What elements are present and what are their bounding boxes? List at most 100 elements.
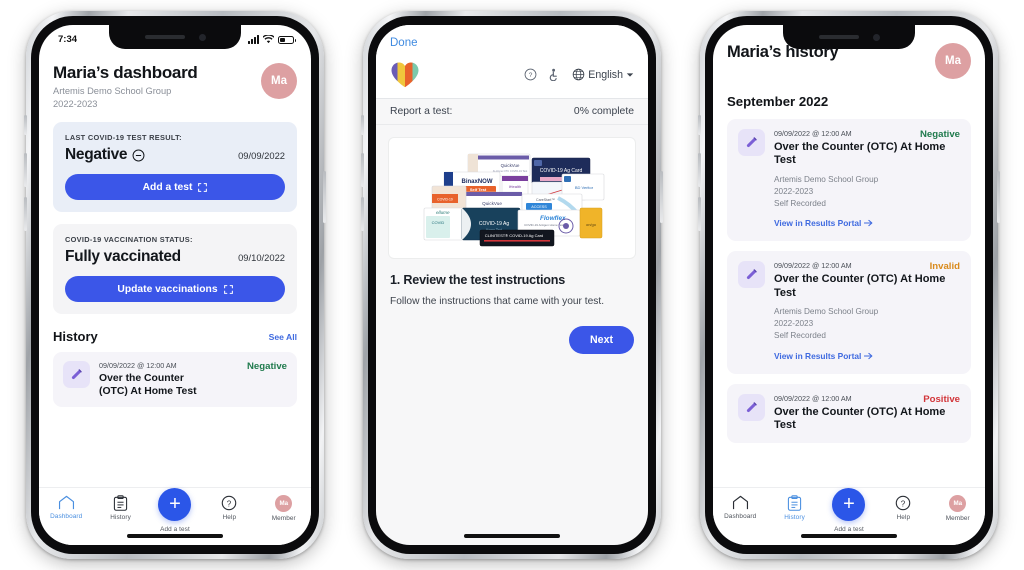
test-tube-icon: [738, 129, 765, 156]
history-entry-meta: Artemis Demo School Group 2022-2023 Self…: [774, 174, 879, 208]
history-item-text: 09/09/2022 @ 12:00 AM Over the Counter (…: [99, 361, 207, 398]
history-entry-time: 09/09/2022 @ 12:00 AM: [774, 129, 852, 138]
history-entry-name: Over the Counter (OTC) At Home Test: [774, 273, 946, 299]
history-item-body: 09/09/2022 @ 12:00 AM Over the Counter (…: [99, 361, 287, 398]
status-badge: Invalid: [929, 261, 960, 273]
tab-dashboard[interactable]: Dashboard: [716, 495, 764, 520]
vaccination-date: 09/10/2022: [238, 252, 285, 264]
last-test-date: 09/09/2022: [238, 150, 285, 162]
progress-label: Report a test:: [390, 106, 453, 117]
tab-history[interactable]: History: [97, 495, 145, 521]
history-entry-time: 09/09/2022 @ 12:00 AM: [774, 393, 852, 403]
done-button[interactable]: Done: [390, 37, 418, 49]
tab-history[interactable]: History: [771, 495, 819, 521]
step-actions: Next: [390, 325, 634, 354]
dashboard-header: Maria’s dashboard Artemis Demo School Gr…: [53, 63, 297, 110]
history-entry-content: 09/09/2022 @ 12:00 AM Invalid Over the C…: [774, 261, 960, 363]
power-button[interactable]: [997, 171, 1000, 223]
history-entry[interactable]: 09/09/2022 @ 12:00 AM Invalid Over the C…: [727, 251, 971, 374]
status-bar: 7:34: [39, 25, 311, 51]
home-indicator: [801, 534, 897, 538]
scroll-fade: [39, 473, 311, 487]
tab-add-a-test-label: Add a test: [160, 526, 190, 533]
tab-member[interactable]: Ma Member: [934, 495, 982, 522]
mute-switch[interactable]: [698, 115, 701, 135]
history-entry-content: 09/09/2022 @ 12:00 AM Positive Over the …: [774, 394, 960, 433]
svg-text:QuickVue: QuickVue: [501, 163, 520, 168]
svg-text:on/go: on/go: [586, 222, 597, 227]
tab-dashboard[interactable]: Dashboard: [42, 495, 90, 520]
header-tools: ? English: [524, 68, 634, 81]
history-section-title: History: [53, 329, 98, 345]
phone-bezel: Maria’s history Ma September 2022 09/09/…: [705, 16, 993, 554]
clipboard-icon: [787, 495, 802, 511]
scroll-fade: [713, 473, 985, 487]
view-in-results-portal-link[interactable]: View in Results Portal: [774, 218, 873, 228]
history-entry[interactable]: 09/09/2022 @ 12:00 AM Negative Over the …: [727, 119, 971, 242]
phone-dashboard: 7:34 Maria’s dashboard Artemis Demo Scho…: [24, 11, 326, 559]
add-a-test-button[interactable]: Add a test: [65, 174, 285, 201]
covid-test-kits-collage: QuickVue At-Home OTC COVID-19 Test COVID…: [423, 153, 605, 247]
update-vaccinations-button[interactable]: Update vaccinations: [65, 276, 285, 303]
tab-dashboard-label: Dashboard: [724, 513, 757, 520]
power-button[interactable]: [323, 171, 326, 223]
svg-text:COVID-19 Antigen Home Test: COVID-19 Antigen Home Test: [524, 223, 564, 227]
volume-up-button[interactable]: [698, 153, 701, 187]
history-list-item[interactable]: 09/09/2022 @ 12:00 AM Over the Counter (…: [53, 352, 297, 408]
front-camera: [872, 33, 880, 41]
mute-switch[interactable]: [361, 115, 364, 135]
tab-history-label: History: [110, 514, 131, 521]
svg-text:COVID: COVID: [432, 220, 445, 225]
avatar[interactable]: Ma: [261, 63, 297, 99]
language-label: English: [588, 68, 623, 81]
svg-text:COVID-19 Ag: COVID-19 Ag: [479, 221, 510, 227]
tab-member[interactable]: Ma Member: [260, 495, 308, 522]
volume-down-button[interactable]: [24, 197, 27, 231]
question-circle-icon[interactable]: ?: [524, 68, 537, 81]
org-subtitle: Artemis Demo School Group 2022-2023: [53, 86, 172, 109]
volume-down-button[interactable]: [698, 197, 701, 231]
question-circle-icon: ?: [222, 495, 237, 511]
notch: [783, 25, 915, 49]
see-all-link[interactable]: See All: [269, 332, 297, 342]
avatar[interactable]: Ma: [935, 43, 971, 79]
plus-icon: +: [832, 488, 866, 521]
tab-help[interactable]: ? Help: [879, 495, 927, 521]
add-a-test-label: Add a test: [142, 181, 193, 193]
home-indicator: [464, 534, 560, 538]
volume-down-button[interactable]: [361, 197, 364, 231]
svg-text:iHealth: iHealth: [509, 184, 521, 189]
home-indicator: [127, 534, 223, 538]
chevron-down-icon: [626, 72, 634, 77]
svg-text:QuickVue: QuickVue: [482, 201, 502, 206]
expand-icon: [198, 182, 208, 192]
mute-switch[interactable]: [24, 115, 27, 135]
step-description: Follow the instructions that came with y…: [390, 296, 605, 307]
last-test-label: LAST COVID-19 TEST RESULT:: [65, 133, 182, 143]
history-entry-content: 09/09/2022 @ 12:00 AM Negative Over the …: [774, 129, 960, 231]
history-entry-top: 09/09/2022 @ 12:00 AM Invalid: [774, 261, 960, 272]
view-in-results-portal-link[interactable]: View in Results Portal: [774, 351, 873, 361]
tab-help[interactable]: ? Help: [205, 495, 253, 521]
svg-text:BinaxNOW: BinaxNOW: [461, 179, 492, 185]
tab-help-label: Help: [896, 514, 911, 521]
progress-bar: Report a test: 0% complete: [376, 99, 648, 125]
volume-up-button[interactable]: [24, 153, 27, 187]
tab-add-a-test[interactable]: + Add a test: [825, 488, 873, 533]
battery-icon: [278, 36, 296, 44]
history-entry-name: Over the Counter (OTC) At Home Test: [774, 141, 946, 167]
next-button[interactable]: Next: [569, 325, 634, 354]
volume-up-button[interactable]: [361, 153, 364, 187]
power-button[interactable]: [660, 171, 663, 223]
phone-bezel: Done ? English Report a test: 0% complet…: [368, 16, 656, 554]
vaccination-main: Fully vaccinated 09/10/2022: [65, 248, 285, 266]
step-heading: 1. Review the test instructions: [390, 273, 566, 287]
tab-add-a-test[interactable]: + Add a test: [151, 488, 199, 533]
page-title: Maria’s dashboard: [53, 63, 198, 82]
svg-text:?: ?: [901, 499, 906, 508]
language-selector[interactable]: English: [572, 68, 634, 81]
accessibility-icon[interactable]: [548, 68, 561, 81]
last-test-value-text: Negative: [65, 146, 128, 164]
history-entry[interactable]: 09/09/2022 @ 12:00 AM Positive Over the …: [727, 383, 971, 443]
svg-text:COVID-19 Ag Card: COVID-19 Ag Card: [540, 168, 583, 174]
